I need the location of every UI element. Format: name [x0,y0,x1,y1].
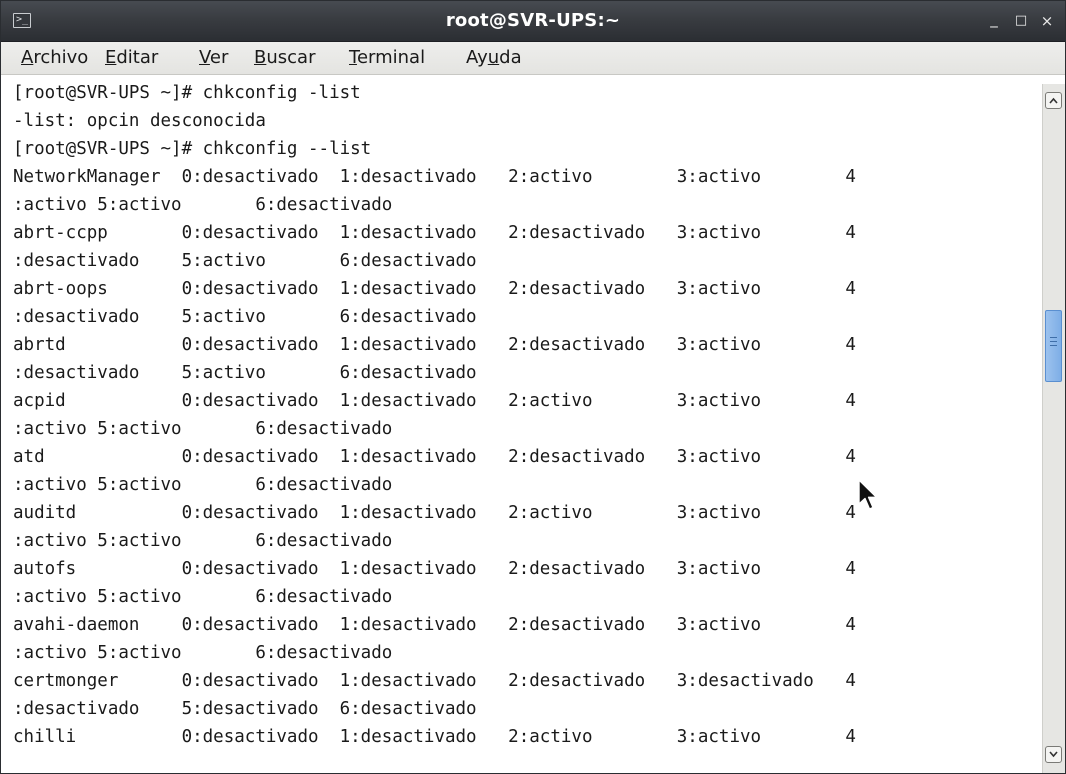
menu-terminal[interactable]: Terminal [349,42,425,74]
terminal-line: :desactivado 5:activo 6:desactivado [13,251,477,271]
terminal-window: >_ root@SVR-UPS:~ _ □ × Archivo Editar V… [0,0,1066,774]
terminal-line: [root@SVR-UPS ~]# chkconfig -list [13,83,361,103]
terminal-line: [root@SVR-UPS ~]# chkconfig --list [13,139,372,159]
mouse-pointer-icon [858,479,878,510]
menu-ayuda[interactable]: Ayuda [466,42,522,74]
terminal-line: :desactivado 5:activo 6:desactivado [13,363,477,383]
close-button[interactable]: × [1036,11,1058,31]
terminal-line: :activo 5:activo 6:desactivado [13,475,393,495]
terminal-line: :activo 5:activo 6:desactivado [13,531,393,551]
terminal-line: abrt-oops 0:desactivado 1:desactivado 2:… [13,279,856,299]
terminal-line: -list: opcin desconocida [13,111,266,131]
menu-archivo[interactable]: Archivo [21,42,88,74]
terminal-line: acpid 0:desactivado 1:desactivado 2:acti… [13,391,856,411]
scroll-up-button[interactable] [1045,92,1062,109]
chevron-up-icon [1049,97,1058,104]
terminal-line: chilli 0:desactivado 1:desactivado 2:act… [13,727,856,747]
menu-ver[interactable]: Ver [199,42,228,74]
maximize-button[interactable]: □ [1010,11,1032,31]
terminal-line: abrt-ccpp 0:desactivado 1:desactivado 2:… [13,223,856,243]
terminal-line: :desactivado 5:activo 6:desactivado [13,307,477,327]
terminal-line: :activo 5:activo 6:desactivado [13,643,393,663]
terminal-line: avahi-daemon 0:desactivado 1:desactivado… [13,615,856,635]
chevron-down-icon [1049,751,1058,758]
scroll-thumb[interactable] [1045,310,1062,382]
terminal-line: :desactivado 5:desactivado 6:desactivado [13,699,477,719]
terminal-line: :activo 5:activo 6:desactivado [13,419,393,439]
title-bar[interactable]: >_ root@SVR-UPS:~ _ □ × [1,1,1065,42]
terminal-line: abrtd 0:desactivado 1:desactivado 2:desa… [13,335,856,355]
terminal-output[interactable]: [root@SVR-UPS ~]# chkconfig -list -list: … [1,75,1045,773]
terminal-line: auditd 0:desactivado 1:desactivado 2:act… [13,503,856,523]
terminal-line: autofs 0:desactivado 1:desactivado 2:des… [13,559,856,579]
vertical-scrollbar[interactable] [1042,84,1065,773]
scroll-down-button[interactable] [1045,746,1062,763]
terminal-line: NetworkManager 0:desactivado 1:desactiva… [13,167,856,187]
terminal-line: certmonger 0:desactivado 1:desactivado 2… [13,671,856,691]
terminal-line: :activo 5:activo 6:desactivado [13,195,393,215]
menu-bar: Archivo Editar Ver Buscar Terminal Ayuda [1,42,1065,75]
terminal-line: atd 0:desactivado 1:desactivado 2:desact… [13,447,856,467]
terminal-line: :activo 5:activo 6:desactivado [13,587,393,607]
window-title: root@SVR-UPS:~ [445,10,621,31]
menu-buscar[interactable]: Buscar [254,42,315,74]
menu-editar[interactable]: Editar [105,42,158,74]
minimize-button[interactable]: _ [983,9,1005,29]
